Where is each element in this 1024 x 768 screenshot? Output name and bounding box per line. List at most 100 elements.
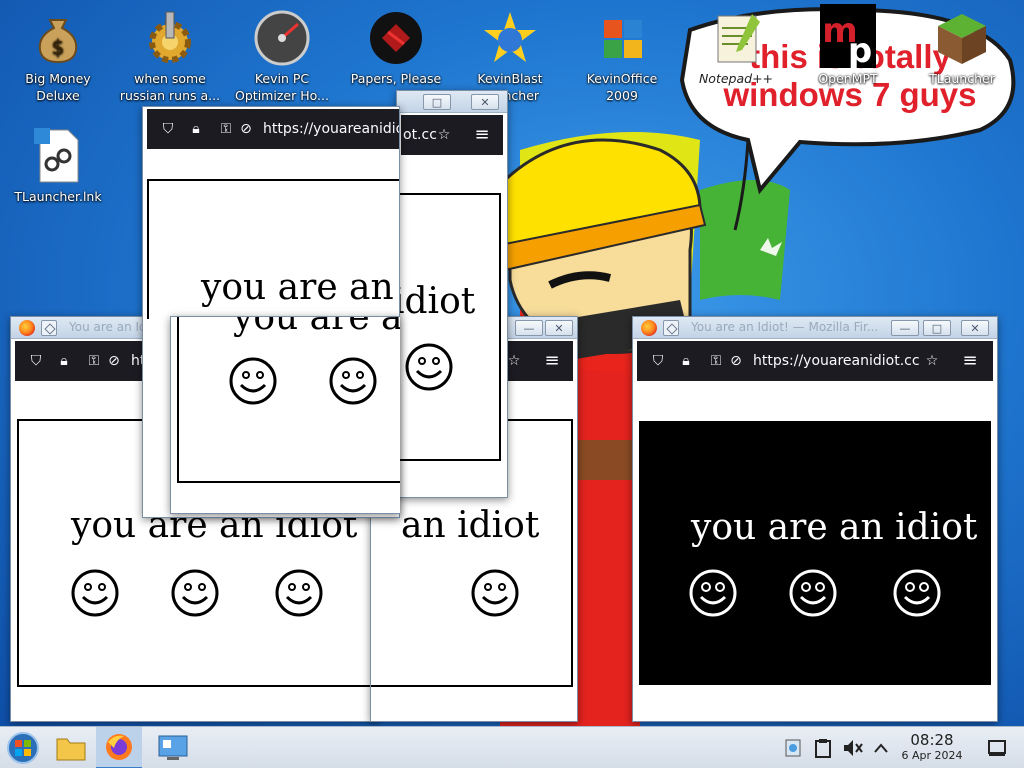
browser-window-inner[interactable]: you are an — [170, 316, 400, 514]
tracking-blocked-icon[interactable]: ⊘ — [237, 120, 255, 138]
gear-icon — [142, 10, 198, 66]
browser-window-top-middle[interactable]: □ ✕ ot.cc ☆ ≡ idiot — [396, 90, 508, 498]
url-bar[interactable]: https://youareanidiot.cc — [753, 341, 920, 381]
tray-expand-icon[interactable] — [870, 737, 892, 759]
taskbar-firefox[interactable] — [96, 727, 142, 768]
desktop-icon-label: TLauncher.lnk — [14, 189, 102, 204]
desktop-icon-russian[interactable]: when some russian runs a... — [118, 10, 222, 104]
url-bar[interactable]: ot.cc — [403, 115, 437, 155]
menu-icon[interactable]: ≡ — [961, 352, 979, 370]
permissions-icon[interactable]: ⚿ — [707, 352, 725, 370]
window-titlebar[interactable]: You are an Idiot! — Mozilla Fir... — □ ✕ — [633, 317, 997, 339]
shield-icon[interactable]: ⛉ — [649, 352, 667, 370]
smiley-icon — [171, 569, 219, 617]
idiot-frame: you are an — [177, 316, 400, 483]
svg-text:p: p — [848, 31, 872, 68]
idiot-text: you are an ic — [201, 267, 399, 308]
idiot-text: you are an — [233, 316, 400, 338]
tray-clipboard-icon[interactable] — [812, 737, 834, 759]
smiley-icon — [893, 569, 941, 617]
windows-orb-icon — [7, 732, 39, 764]
maximize-button[interactable]: □ — [923, 320, 951, 336]
desktop-icon-tlauncher-lnk[interactable]: TLauncher.lnk — [6, 128, 110, 205]
show-desktop-button[interactable] — [986, 737, 1008, 759]
browser-window-bottom-right[interactable]: You are an Idiot! — Mozilla Fir... — □ ✕… — [632, 316, 998, 722]
desktop-icon-openmpt[interactable]: mp OpenMPT — [796, 4, 900, 87]
window-titlebar[interactable]: □ ✕ — [397, 91, 507, 113]
monitor-settings-icon — [158, 735, 188, 760]
desktop-icon-label: KevinOffice 2009 — [586, 71, 658, 103]
smiley-icon — [789, 569, 837, 617]
lock-icon[interactable]: 🔒︎ — [677, 352, 695, 370]
menu-icon[interactable]: ≡ — [543, 352, 561, 370]
smiley-icon — [275, 569, 323, 617]
desktop-icon-kevinoffice-2009[interactable]: KevinOffice 2009 — [570, 10, 674, 104]
firefox-icon — [106, 734, 132, 760]
shield-icon[interactable]: ⛉ — [27, 352, 45, 370]
permissions-icon[interactable]: ⚿ — [217, 120, 235, 138]
close-button[interactable]: ✕ — [545, 320, 573, 336]
smiley-icon — [405, 343, 453, 391]
clock-time: 08:28 — [910, 731, 954, 749]
taskbar-clock[interactable]: 08:28 6 Apr 2024 — [896, 732, 968, 763]
taskbar-system-settings[interactable] — [150, 727, 196, 768]
desktop-icon-notepad-plus-plus[interactable]: Notepad++ — [684, 10, 788, 87]
maximize-button[interactable]: □ — [423, 94, 451, 110]
bookmark-star-icon[interactable]: ☆ — [435, 126, 453, 144]
pin-icon[interactable] — [41, 320, 57, 336]
tray-volume-muted-icon[interactable] — [842, 737, 864, 759]
star-burst-icon — [482, 10, 538, 66]
browser-toolbar: ⛉ 🔒︎ ⚿ ⊘ https://youareanidiot.cc ☆ ≡ — [637, 341, 993, 381]
lock-icon[interactable]: 🔒︎ — [187, 120, 205, 138]
shield-icon[interactable]: ⛉ — [159, 120, 177, 138]
tray-update-icon[interactable] — [782, 737, 804, 759]
start-button[interactable] — [0, 727, 46, 768]
desktop-icon-label: Notepad++ — [698, 71, 774, 86]
close-button[interactable]: ✕ — [471, 94, 499, 110]
desktop-icon-kevin-pc-optimizer[interactable]: Kevin PC Optimizer Ho... — [230, 10, 334, 104]
desktop-icon-papers-please[interactable]: Papers, Please — [344, 10, 448, 87]
firefox-icon — [19, 320, 35, 336]
idiot-frame-inverted: you are an idiot — [639, 421, 991, 685]
desktop-icon-label: Kevin PC Optimizer Ho... — [235, 71, 329, 103]
idiot-frame: you are an ic — [147, 179, 399, 319]
papers-please-icon — [368, 10, 424, 66]
close-button[interactable]: ✕ — [961, 320, 989, 336]
desktop-icon-big-money-deluxe[interactable]: $ Big Money Deluxe — [6, 10, 110, 104]
folder-icon — [56, 738, 86, 761]
minimize-button[interactable]: — — [891, 320, 919, 336]
tracking-blocked-icon[interactable]: ⊘ — [105, 352, 123, 370]
desktop-icon-label: OpenMPT — [818, 71, 878, 86]
svg-text:$: $ — [52, 35, 65, 59]
tracking-blocked-icon[interactable]: ⊘ — [727, 352, 745, 370]
taskbar: 08:28 6 Apr 2024 — [0, 726, 1024, 768]
bookmark-star-icon[interactable]: ☆ — [923, 352, 941, 370]
smiley-icon — [329, 357, 377, 405]
minimize-button[interactable]: — — [515, 320, 543, 336]
menu-icon[interactable]: ≡ — [473, 126, 491, 144]
desktop-icon-label: Papers, Please — [350, 71, 442, 86]
pin-icon[interactable] — [663, 320, 679, 336]
permissions-icon[interactable]: ⚿ — [85, 352, 103, 370]
smiley-icon — [71, 569, 119, 617]
web-page: idiot — [397, 155, 503, 495]
url-bar[interactable]: https://youareanidio — [263, 109, 399, 149]
idiot-text: you are an idiot — [691, 507, 978, 548]
desktop-icon-tlauncher[interactable]: TLauncher — [910, 10, 1014, 87]
smiley-icon — [229, 357, 277, 405]
desktop-icon-label: Big Money Deluxe — [25, 71, 91, 103]
idiot-text: idiot — [396, 281, 476, 322]
shortcut-file-icon — [30, 128, 86, 184]
browser-toolbar: ⛉ 🔒︎ ⚿ ⊘ https://youareanidio — [147, 109, 399, 149]
clock-date: 6 Apr 2024 — [901, 749, 963, 762]
money-bag-icon: $ — [30, 10, 86, 66]
taskbar-file-manager[interactable] — [48, 727, 94, 768]
smiley-icon — [471, 569, 519, 617]
notepad-icon — [708, 10, 764, 66]
web-page: you are an — [175, 317, 400, 513]
idiot-text: an idiot — [401, 505, 540, 546]
idiot-frame: idiot — [396, 193, 501, 461]
office-icon — [594, 10, 650, 66]
lock-icon[interactable]: 🔒︎ — [55, 352, 73, 370]
desktop-icon-label: when some russian runs a... — [119, 71, 221, 103]
